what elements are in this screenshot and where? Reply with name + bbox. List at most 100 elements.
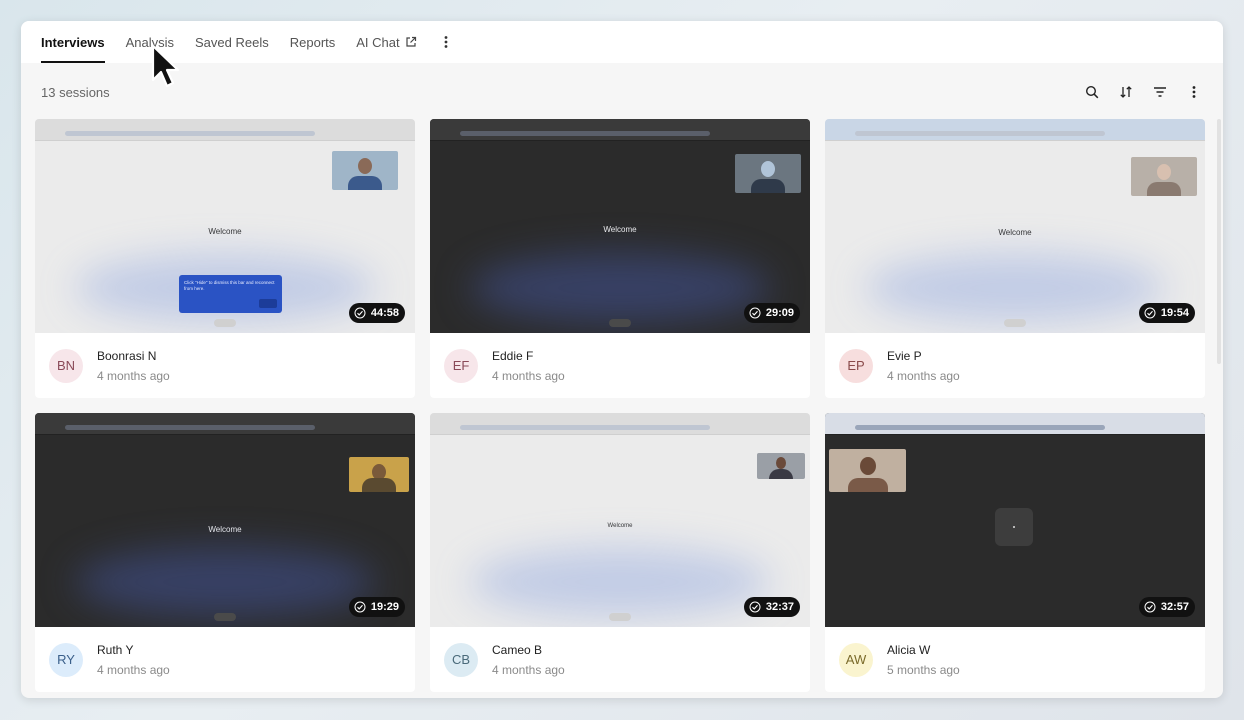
filter-button[interactable] — [1151, 83, 1169, 101]
hint-popup-text: Click "Hide" to dismiss this bar and rec… — [184, 280, 275, 291]
tab-interviews[interactable]: Interviews — [41, 21, 105, 63]
browser-bar — [35, 413, 415, 435]
session-card[interactable]: Welcome 29:09 EF Eddie F 4 months ago — [430, 119, 810, 398]
tab-analysis[interactable]: Analysis — [126, 21, 174, 63]
session-meta: RY Ruth Y 4 months ago — [35, 627, 415, 692]
session-meta: BN Boonrasi N 4 months ago — [35, 333, 415, 398]
session-card[interactable]: Welcome 32:37 CB Cameo B 4 months ago — [430, 413, 810, 692]
participant-name: Alicia W — [887, 642, 931, 657]
sessions-count: 13 sessions — [41, 84, 110, 100]
scrollbar[interactable] — [1217, 119, 1221, 364]
duration-badge: 32:37 — [743, 597, 800, 617]
welcome-text: Welcome — [998, 228, 1032, 237]
participant-webcam — [332, 151, 398, 190]
avatar: BN — [49, 348, 83, 383]
participant-name: Ruth Y — [97, 642, 134, 657]
duration-badge: 32:57 — [1138, 597, 1195, 617]
sessions-toolbar: 13 sessions — [21, 78, 1223, 106]
session-meta: EP Evie P 4 months ago — [825, 333, 1205, 398]
session-card[interactable]: Welcome Click "Hide" to dismiss this bar… — [35, 119, 415, 398]
welcome-text: Welcome — [208, 525, 242, 534]
duration-text: 44:58 — [370, 307, 399, 319]
more-vertical-icon — [444, 36, 448, 48]
duration-badge: 29:09 — [743, 303, 800, 323]
external-link-icon — [405, 36, 417, 48]
tab-label: Analysis — [125, 34, 175, 50]
tab-label: AI Chat — [356, 34, 400, 50]
session-grid: Welcome Click "Hide" to dismiss this bar… — [35, 119, 1205, 692]
tab-label: Reports — [289, 34, 336, 50]
sort-icon — [1120, 86, 1132, 98]
more-options-button[interactable] — [1185, 83, 1203, 101]
browser-bar — [430, 119, 810, 141]
browser-bar — [35, 119, 415, 141]
avatar: EP — [839, 348, 873, 383]
filter-icon — [1154, 87, 1166, 97]
tab-saved-reels[interactable]: Saved Reels — [195, 21, 269, 63]
hint-popup: Click "Hide" to dismiss this bar and rec… — [179, 275, 282, 313]
participant-name: Eddie F — [492, 348, 534, 363]
duration-text: 32:37 — [765, 601, 794, 613]
participant-name: Cameo B — [492, 642, 543, 657]
session-thumbnail[interactable]: Welcome 19:29 — [35, 413, 415, 627]
avatar: RY — [49, 642, 83, 677]
check-circle-icon — [1144, 307, 1156, 319]
avatar: CB — [444, 642, 478, 677]
session-thumbnail[interactable]: Welcome 29:09 — [430, 119, 810, 333]
check-circle-icon — [749, 307, 761, 319]
avatar-initials: RY — [57, 652, 75, 667]
participant-webcam — [829, 449, 906, 492]
session-time: 5 months ago — [887, 662, 960, 677]
session-card[interactable]: Welcome 19:29 RY Ruth Y 4 months ago — [35, 413, 415, 692]
tab-label: Interviews — [41, 34, 105, 50]
session-time: 4 months ago — [887, 368, 960, 383]
welcome-text: Welcome — [607, 523, 633, 529]
duration-text: 19:29 — [370, 601, 399, 613]
participant-webcam — [757, 453, 805, 479]
participant-tile — [995, 508, 1033, 546]
tab-reports[interactable]: Reports — [290, 21, 336, 63]
session-meta: EF Eddie F 4 months ago — [430, 333, 810, 398]
browser-bar — [825, 413, 1205, 435]
session-thumbnail[interactable]: Welcome Click "Hide" to dismiss this bar… — [35, 119, 415, 333]
check-circle-icon — [354, 307, 366, 319]
more-tabs-button[interactable] — [438, 32, 454, 52]
session-thumbnail[interactable]: Welcome 32:37 — [430, 413, 810, 627]
browser-bar — [825, 119, 1205, 141]
session-time: 4 months ago — [492, 662, 565, 677]
avatar: AW — [839, 642, 873, 677]
session-thumbnail[interactable]: Welcome 19:54 — [825, 119, 1205, 333]
session-time: 4 months ago — [97, 662, 170, 677]
duration-badge: 44:58 — [348, 303, 405, 323]
tab-ai-chat[interactable]: AI Chat — [356, 21, 416, 63]
duration-text: 32:57 — [1160, 601, 1189, 613]
welcome-text: Welcome — [208, 227, 242, 236]
search-button[interactable] — [1083, 83, 1101, 101]
tab-bar: Interviews Analysis Saved Reels Reports … — [21, 21, 1223, 63]
participant-name: Boonrasi N — [97, 348, 157, 363]
avatar-initials: BN — [56, 358, 76, 373]
participant-webcam — [349, 457, 409, 492]
duration-text: 19:54 — [1160, 307, 1189, 319]
participant-webcam — [1131, 157, 1197, 196]
avatar: EF — [444, 348, 478, 383]
check-circle-icon — [749, 601, 761, 613]
session-thumbnail[interactable]: 32:57 — [825, 413, 1205, 627]
avatar-initials: CB — [451, 652, 471, 667]
session-meta: AW Alicia W 5 months ago — [825, 627, 1205, 692]
check-circle-icon — [1144, 601, 1156, 613]
check-circle-icon — [354, 601, 366, 613]
search-icon — [1085, 85, 1099, 99]
session-card[interactable]: Welcome 19:54 EP Evie P 4 months ago — [825, 119, 1205, 398]
avatar-initials: EP — [847, 358, 865, 373]
app-window: Interviews Analysis Saved Reels Reports … — [21, 21, 1223, 698]
session-card[interactable]: 32:57 AW Alicia W 5 months ago — [825, 413, 1205, 692]
session-meta: CB Cameo B 4 months ago — [430, 627, 810, 692]
session-time: 4 months ago — [97, 368, 170, 383]
sort-button[interactable] — [1117, 83, 1135, 101]
avatar-initials: AW — [845, 652, 867, 667]
welcome-text: Welcome — [603, 225, 637, 234]
duration-badge: 19:29 — [348, 597, 405, 617]
more-vertical-icon — [1192, 86, 1196, 98]
browser-bar — [430, 413, 810, 435]
